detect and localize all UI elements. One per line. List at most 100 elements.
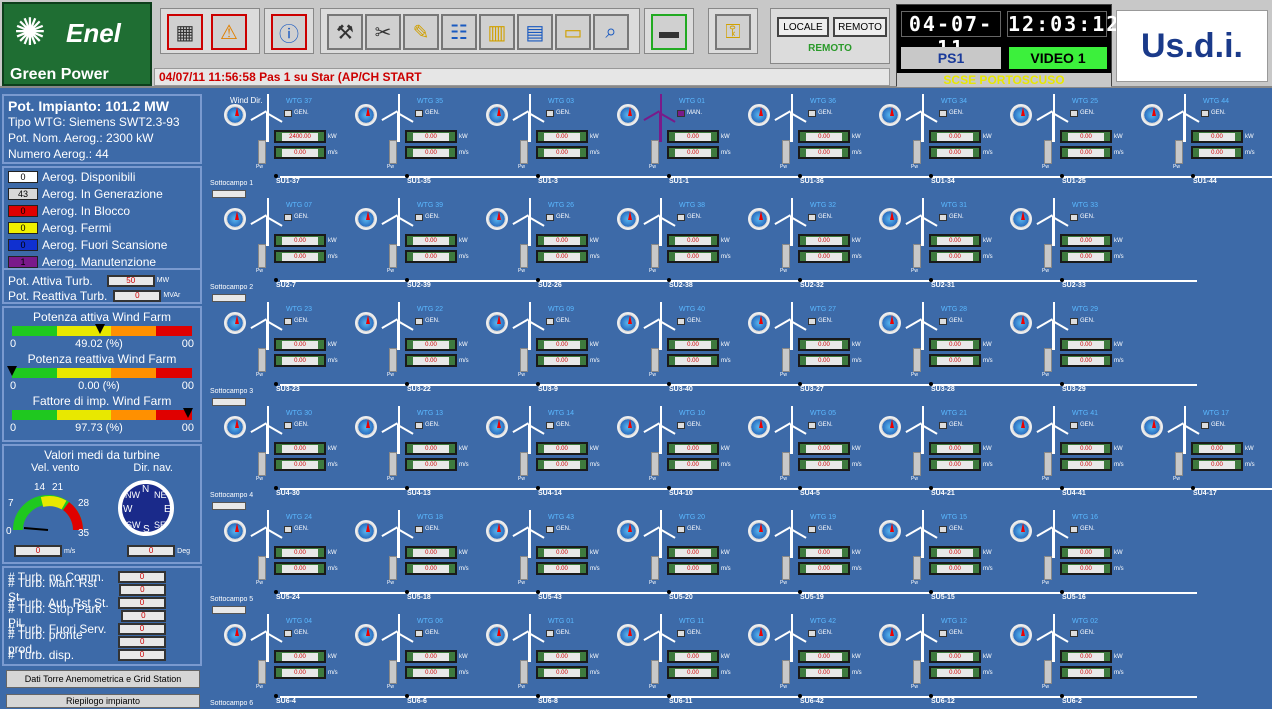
anemometric-tower-button[interactable]: Dati Torre Anemometrica e Grid Station bbox=[6, 670, 200, 688]
turbine-su4-13[interactable]: WTG 13 GEN. Pw 0.00 kW 0.00 m/s SU4-13 bbox=[347, 404, 477, 500]
gauge-value: 0.00 (%) bbox=[78, 380, 120, 392]
turbine-su6-8[interactable]: WTG 01 GEN. Pw 0.00 kW 0.00 m/s SU6-8 bbox=[478, 612, 608, 708]
turbine-su3-28[interactable]: WTG 28 GEN. Pw 0.00 kW 0.00 m/s SU3-28 bbox=[871, 300, 1001, 396]
turbine-su2-31[interactable]: WTG 31 GEN. Pw 0.00 kW 0.00 m/s SU2-31 bbox=[871, 196, 1001, 292]
toolbar-group-4: ▬ bbox=[644, 8, 694, 54]
legend-count: 0 bbox=[8, 238, 38, 251]
turbine-su2-7[interactable]: WTG 07 GEN. Pw 0.00 kW 0.00 m/s SU2-7 bbox=[216, 196, 346, 292]
wind-compass-icon bbox=[879, 312, 901, 334]
wind-value: 0.00 bbox=[1068, 149, 1104, 157]
turbine-su2-39[interactable]: WTG 39 GEN. Pw 0.00 kW 0.00 m/s SU2-39 bbox=[347, 196, 477, 292]
turbine-su3-23[interactable]: WTG 23 GEN. Pw 0.00 kW 0.00 m/s SU3-23 bbox=[216, 300, 346, 396]
state-label: GEN. bbox=[949, 110, 964, 116]
turbine-su1-44[interactable]: WTG 44 GEN. Pw 0.00 kW 0.00 m/s SU1-44 bbox=[1133, 92, 1263, 188]
power-value: 0.00 bbox=[1068, 237, 1104, 245]
wind-value: 0.00 bbox=[675, 357, 711, 365]
turbine-su3-29[interactable]: WTG 29 GEN. Pw 0.00 kW 0.00 m/s SU3-29 bbox=[1002, 300, 1132, 396]
power-bar bbox=[258, 660, 266, 684]
turbine-name: WTG 24 bbox=[286, 514, 313, 521]
turbine-su2-33[interactable]: WTG 33 GEN. Pw 0.00 kW 0.00 m/s SU2-33 bbox=[1002, 196, 1132, 292]
locale-button[interactable]: LOCALE bbox=[777, 17, 829, 37]
wind-unit: m/s bbox=[1245, 462, 1255, 468]
turbine-su3-22[interactable]: WTG 22 GEN. Pw 0.00 kW 0.00 m/s SU3-22 bbox=[347, 300, 477, 396]
turbine-su3-9[interactable]: WTG 09 GEN. Pw 0.00 kW 0.00 m/s SU3-9 bbox=[478, 300, 608, 396]
power-bar bbox=[520, 660, 528, 684]
turbine-su3-40[interactable]: WTG 40 GEN. Pw 0.00 kW 0.00 m/s SU3-40 bbox=[609, 300, 739, 396]
turbine-su4-14[interactable]: WTG 14 GEN. Pw 0.00 kW 0.00 m/s SU4-14 bbox=[478, 404, 608, 500]
power-unit: kW bbox=[590, 446, 599, 452]
turbine-su5-20[interactable]: WTG 20 GEN. Pw 0.00 kW 0.00 m/s SU5-20 bbox=[609, 508, 739, 604]
edit-folder-button[interactable]: ✎ bbox=[403, 14, 439, 50]
power-value: 0.00 bbox=[806, 237, 842, 245]
power-bar-label: Pw bbox=[387, 476, 394, 482]
power-field: 0.00 bbox=[667, 442, 719, 455]
turbine-su1-1[interactable]: WTG 01 MAN. Pw 0.00 kW 0.00 m/s SU1-1 bbox=[609, 92, 739, 188]
turbine-su4-5[interactable]: WTG 05 GEN. Pw 0.00 kW 0.00 m/s SU4-5 bbox=[740, 404, 870, 500]
power-bar bbox=[520, 244, 528, 268]
turbine-su2-26[interactable]: WTG 26 GEN. Pw 0.00 kW 0.00 m/s SU2-26 bbox=[478, 196, 608, 292]
legend-row: 0 Aerog. Fermi bbox=[4, 219, 200, 236]
plant-wtg-type: Tipo WTG: Siemens SWT2.3-93 bbox=[8, 115, 180, 129]
power-unit: kW bbox=[721, 654, 730, 660]
turbine-su2-32[interactable]: WTG 32 GEN. Pw 0.00 kW 0.00 m/s SU2-32 bbox=[740, 196, 870, 292]
power-value: 0.00 bbox=[937, 133, 973, 141]
turbine-su6-6[interactable]: WTG 06 GEN. Pw 0.00 kW 0.00 m/s SU6-6 bbox=[347, 612, 477, 708]
turbine-su6-4[interactable]: WTG 04 GEN. Pw 0.00 kW 0.00 m/s SU6-4 bbox=[216, 612, 346, 708]
database-button[interactable]: ☷ bbox=[441, 14, 477, 50]
turbine-su4-41[interactable]: WTG 41 GEN. Pw 0.00 kW 0.00 m/s SU4-41 bbox=[1002, 404, 1132, 500]
brand-sub: Green Power bbox=[10, 66, 109, 83]
legend-label: Aerog. Fermi bbox=[42, 220, 112, 235]
turbine-su4-17[interactable]: WTG 17 GEN. Pw 0.00 kW 0.00 m/s SU4-17 bbox=[1133, 404, 1263, 500]
gauge-min: 0 bbox=[10, 380, 17, 392]
turbine-su5-43[interactable]: WTG 43 GEN. Pw 0.00 kW 0.00 m/s SU5-43 bbox=[478, 508, 608, 604]
turbine-su6-11[interactable]: WTG 11 GEN. Pw 0.00 kW 0.00 m/s SU6-11 bbox=[609, 612, 739, 708]
turbine-su6-12[interactable]: WTG 12 GEN. Pw 0.00 kW 0.00 m/s SU6-12 bbox=[871, 612, 1001, 708]
turbine-su3-27[interactable]: WTG 27 GEN. Pw 0.00 kW 0.00 m/s SU3-27 bbox=[740, 300, 870, 396]
turbine-su4-10[interactable]: WTG 10 GEN. Pw 0.00 kW 0.00 m/s SU4-10 bbox=[609, 404, 739, 500]
power-field: 0.00 bbox=[667, 234, 719, 247]
turbine-su1-37[interactable]: WTG 37 GEN. Pw 2400.00 kW 0.00 m/s SU1-37 bbox=[216, 92, 346, 188]
counter-value: 0 bbox=[118, 648, 166, 661]
power-field: 0.00 bbox=[536, 130, 588, 143]
wind-field: 0.00 bbox=[929, 354, 981, 367]
turbine-su1-25[interactable]: WTG 25 GEN. Pw 0.00 kW 0.00 m/s SU1-25 bbox=[1002, 92, 1132, 188]
turbine-su1-34[interactable]: WTG 34 GEN. Pw 0.00 kW 0.00 m/s SU1-34 bbox=[871, 92, 1001, 188]
turbine-name: WTG 43 bbox=[548, 514, 575, 521]
plant-summary-button[interactable]: Riepilogo impianto bbox=[6, 694, 200, 708]
power-bar bbox=[258, 556, 266, 580]
turbine-su1-35[interactable]: WTG 35 GEN. Pw 0.00 kW 0.00 m/s SU1-35 bbox=[347, 92, 477, 188]
plant-view-button[interactable]: ▦ bbox=[167, 14, 203, 50]
turbine-name: WTG 16 bbox=[1072, 514, 1099, 521]
turbine-name: WTG 34 bbox=[941, 98, 968, 105]
turbine-su1-36[interactable]: WTG 36 GEN. Pw 0.00 kW 0.00 m/s SU1-36 bbox=[740, 92, 870, 188]
login-button[interactable]: ⚿ bbox=[715, 14, 751, 50]
wind-value: 0.00 bbox=[806, 669, 842, 677]
wind-compass-icon bbox=[617, 312, 639, 334]
info-button[interactable]: ⓘ bbox=[271, 14, 307, 50]
turbine-su4-30[interactable]: WTG 30 GEN. Pw 0.00 kW 0.00 m/s SU4-30 bbox=[216, 404, 346, 500]
turbine-su6-42[interactable]: WTG 42 GEN. Pw 0.00 kW 0.00 m/s SU6-42 bbox=[740, 612, 870, 708]
folder-button[interactable]: ▭ bbox=[555, 14, 591, 50]
folder-icon: ▭ bbox=[563, 21, 583, 44]
alarm-button[interactable]: ⚠ bbox=[211, 14, 247, 50]
turbine-su5-16[interactable]: WTG 16 GEN. Pw 0.00 kW 0.00 m/s SU5-16 bbox=[1002, 508, 1132, 604]
turbine-su4-21[interactable]: WTG 21 GEN. Pw 0.00 kW 0.00 m/s SU4-21 bbox=[871, 404, 1001, 500]
turbine-su5-19[interactable]: WTG 19 GEN. Pw 0.00 kW 0.00 m/s SU5-19 bbox=[740, 508, 870, 604]
turbine-name: WTG 11 bbox=[679, 618, 705, 625]
turbine-su6-2[interactable]: WTG 02 GEN. Pw 0.00 kW 0.00 m/s SU6-2 bbox=[1002, 612, 1132, 708]
turbine-su1-3[interactable]: WTG 03 GEN. Pw 0.00 kW 0.00 m/s SU1-3 bbox=[478, 92, 608, 188]
notes-button[interactable]: ▤ bbox=[517, 14, 553, 50]
tools-button[interactable]: ⚒ bbox=[327, 14, 363, 50]
wind-value: 0.00 bbox=[675, 565, 711, 573]
turbine-su5-18[interactable]: WTG 18 GEN. Pw 0.00 kW 0.00 m/s SU5-18 bbox=[347, 508, 477, 604]
turbine-su2-38[interactable]: WTG 38 GEN. Pw 0.00 kW 0.00 m/s SU2-38 bbox=[609, 196, 739, 292]
print-button[interactable]: ▬ bbox=[651, 14, 687, 50]
turbine-su5-15[interactable]: WTG 15 GEN. Pw 0.00 kW 0.00 m/s SU5-15 bbox=[871, 508, 1001, 604]
search-button[interactable]: ⌕ bbox=[593, 14, 629, 50]
remoto-button[interactable]: REMOTO bbox=[833, 17, 887, 37]
turbine-su5-24[interactable]: WTG 24 GEN. Pw 0.00 kW 0.00 m/s SU5-24 bbox=[216, 508, 346, 604]
state-box bbox=[808, 318, 816, 325]
wind-value: 0.00 bbox=[675, 669, 711, 677]
settings-button[interactable]: ✂ bbox=[365, 14, 401, 50]
chart-button[interactable]: ▥ bbox=[479, 14, 515, 50]
